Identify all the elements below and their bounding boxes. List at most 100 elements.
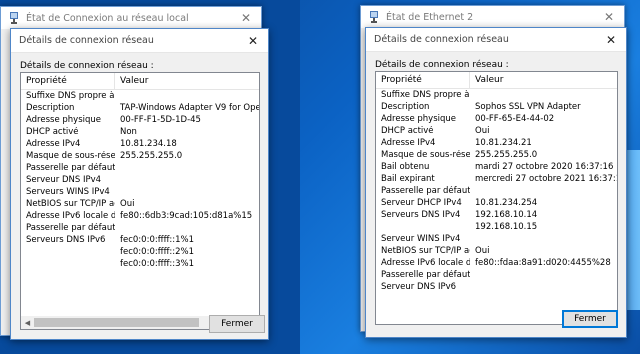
cell-property: Description [381, 102, 430, 112]
close-icon[interactable]: ✕ [231, 11, 261, 25]
cell-property: Serveurs WINS IPv4 [26, 187, 110, 197]
cell-value: fe80::6db3:9cad:105:d81a%15 [120, 211, 253, 221]
close-icon[interactable]: ✕ [594, 10, 624, 24]
cell-value: 10.81.234.254 [475, 198, 538, 208]
cell-property: Serveurs DNS IPv4 [381, 210, 461, 220]
cell-property: Adresse IPv4 [26, 139, 81, 149]
table-row[interactable]: Masque de sous-réseau ... 255.255.255.0 [376, 149, 617, 161]
cell-value: fec0:0:0:ffff::1%1 [120, 235, 195, 245]
table-row[interactable]: Serveurs WINS IPv4 [21, 186, 259, 198]
close-button[interactable]: Fermer [562, 310, 618, 328]
table-row[interactable]: Masque de sous-réseau ... 255.255.255.0 [21, 150, 259, 162]
column-header-property[interactable]: Propriété [376, 72, 470, 88]
cell-property: Masque de sous-réseau ... [26, 151, 115, 161]
table-row[interactable]: Serveurs DNS IPv6 fec0:0:0:ffff::1%1 [21, 234, 259, 246]
table-row[interactable]: Serveur DNS IPv4 [21, 174, 259, 186]
dialog-titlebar: Détails de connexion réseau ✕ [366, 28, 626, 52]
table-row[interactable]: Passerelle par défaut IPv6 [21, 222, 259, 234]
cell-value: 10.81.234.21 [475, 138, 532, 148]
network-icon [10, 12, 18, 24]
table-row[interactable]: 192.168.10.15 [376, 221, 617, 233]
table-row[interactable]: Adresse physique 00-FF-F1-5D-1D-45 [21, 114, 259, 126]
table-row[interactable]: Adresse IPv4 10.81.234.21 [376, 137, 617, 149]
cell-value: Oui [475, 246, 490, 256]
status-window-titlebar: État de Ethernet 2 ✕ [361, 6, 624, 28]
scroll-thumb[interactable] [34, 318, 200, 327]
cell-property: Passerelle par défaut IPv4 [381, 186, 470, 196]
table-row[interactable]: Suffixe DNS propre à la ... [21, 90, 259, 102]
cell-property: Adresse IPv4 [381, 138, 436, 148]
network-icon [370, 11, 378, 23]
column-header-property[interactable]: Propriété [21, 73, 115, 89]
cell-property: Bail expirant [381, 174, 435, 184]
scroll-left-icon[interactable]: ◀ [21, 319, 34, 327]
cell-property: Adresse IPv6 locale de li... [26, 211, 115, 221]
table-row[interactable]: fec0:0:0:ffff::2%1 [21, 246, 259, 258]
table-row[interactable]: Passerelle par défaut IPv4 [21, 162, 259, 174]
column-header-value[interactable]: Valeur [470, 72, 617, 88]
column-header-value[interactable]: Valeur [115, 73, 259, 89]
table-row[interactable]: fec0:0:0:ffff::3%1 [21, 258, 259, 270]
table-row[interactable]: Bail expirant mercredi 27 octobre 2021 16… [376, 173, 617, 185]
table-row[interactable]: NetBIOS sur TCP/IP act... Oui [376, 245, 617, 257]
section-label: Détails de connexion réseau : [20, 61, 154, 71]
close-button[interactable]: Fermer [209, 315, 265, 333]
table-row[interactable]: DHCP activé Non [21, 126, 259, 138]
close-icon[interactable]: ✕ [238, 34, 268, 48]
details-listview[interactable]: Propriété Valeur Suffixe DNS propre à la… [375, 71, 618, 325]
cell-property: Passerelle par défaut IPv4 [26, 163, 115, 173]
cell-property: Serveur DNS IPv4 [26, 175, 102, 185]
table-row[interactable]: Passerelle par défaut IPv6 [376, 269, 617, 281]
cell-property: Adresse physique [381, 114, 457, 124]
cell-value: Oui [120, 199, 135, 209]
cell-property: Serveur WINS IPv4 [381, 234, 461, 244]
table-row[interactable]: Serveur DHCP IPv4 10.81.234.254 [376, 197, 617, 209]
table-row[interactable]: Description Sophos SSL VPN Adapter [376, 101, 617, 113]
cell-property: Adresse IPv6 locale de li... [381, 258, 470, 268]
section-label: Détails de connexion réseau : [375, 60, 509, 70]
status-window-title: État de Connexion au réseau local [26, 12, 189, 24]
cell-value: fec0:0:0:ffff::2%1 [120, 247, 195, 257]
cell-value: 10.81.234.18 [120, 139, 177, 149]
cell-property: NetBIOS sur TCP/IP act... [381, 246, 470, 256]
table-row[interactable]: Adresse IPv6 locale de li... fe80::fdaa:8… [376, 257, 617, 269]
list-header: Propriété Valeur [376, 72, 617, 89]
cell-value: Oui [475, 126, 490, 136]
cell-value: mardi 27 octobre 2020 16:37:16 [475, 162, 614, 172]
cell-property: NetBIOS sur TCP/IP act... [26, 199, 115, 209]
list-body: Suffixe DNS propre à la ... Description So… [376, 89, 617, 293]
cell-property: DHCP activé [26, 127, 79, 137]
table-row[interactable]: Bail obtenu mardi 27 octobre 2020 16:37:1… [376, 161, 617, 173]
cell-value: fe80::fdaa:8a91:d020:4455%28 [475, 258, 611, 268]
list-header: Propriété Valeur [21, 73, 259, 90]
dialog-titlebar: Détails de connexion réseau ✕ [11, 29, 268, 53]
cell-value: 00-FF-65-E4-44-02 [475, 114, 555, 124]
table-row[interactable]: Serveur DNS IPv6 [376, 281, 617, 293]
details-listview[interactable]: Propriété Valeur Suffixe DNS propre à la… [20, 72, 260, 330]
status-window-title: État de Ethernet 2 [386, 11, 474, 23]
table-row[interactable]: Suffixe DNS propre à la ... [376, 89, 617, 101]
cell-property: Suffixe DNS propre à la ... [381, 90, 470, 100]
table-row[interactable]: Passerelle par défaut IPv4 [376, 185, 617, 197]
table-row[interactable]: Adresse physique 00-FF-65-E4-44-02 [376, 113, 617, 125]
details-dialog-local: Détails de connexion réseau ✕ Détails de… [10, 28, 269, 340]
cell-value: Non [120, 127, 137, 137]
table-row[interactable]: Adresse IPv6 locale de li... fe80::6db3:9… [21, 210, 259, 222]
cell-value: fec0:0:0:ffff::3%1 [120, 259, 195, 269]
table-row[interactable]: Serveurs DNS IPv4 192.168.10.14 [376, 209, 617, 221]
table-row[interactable]: Description TAP-Windows Adapter V9 for Op… [21, 102, 259, 114]
cell-property: Bail obtenu [381, 162, 430, 172]
cell-property: Serveur DNS IPv6 [381, 282, 457, 292]
table-row[interactable]: Serveur WINS IPv4 [376, 233, 617, 245]
table-row[interactable]: DHCP activé Oui [376, 125, 617, 137]
cell-value: 00-FF-F1-5D-1D-45 [120, 115, 201, 125]
cell-property: Adresse physique [26, 115, 102, 125]
cell-property: Passerelle par défaut IPv6 [26, 223, 115, 233]
table-row[interactable]: NetBIOS sur TCP/IP act... Oui [21, 198, 259, 210]
cell-property: Description [26, 103, 75, 113]
table-row[interactable]: Adresse IPv4 10.81.234.18 [21, 138, 259, 150]
cell-property: DHCP activé [381, 126, 434, 136]
cell-value: 192.168.10.15 [475, 222, 538, 232]
cell-property: Suffixe DNS propre à la ... [26, 91, 115, 101]
close-icon[interactable]: ✕ [596, 33, 626, 47]
